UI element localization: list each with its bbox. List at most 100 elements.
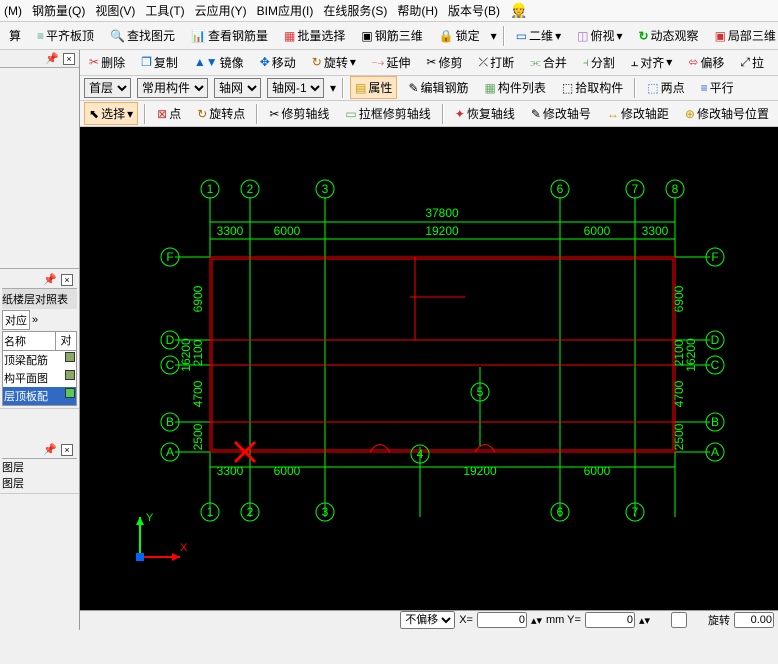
delete-button[interactable]: ✂删除 <box>84 51 130 74</box>
rotate-input[interactable] <box>734 612 774 628</box>
svg-text:B: B <box>711 415 719 429</box>
copy-button[interactable]: ❐复制 <box>136 51 183 74</box>
svg-text:2: 2 <box>247 182 254 196</box>
rotate-button[interactable]: ↻旋转▾ <box>307 51 361 74</box>
move-button[interactable]: ✥移动 <box>255 51 301 74</box>
svg-text:6000: 6000 <box>274 464 301 478</box>
layer-label: 图层 <box>2 475 77 491</box>
ortho-button[interactable]: ◫俯视▾ <box>572 24 627 47</box>
edit-rebar-button[interactable]: ✎编辑钢筋 <box>403 76 473 99</box>
pin-icon[interactable]: 📌 <box>43 443 57 456</box>
svg-text:2500: 2500 <box>672 423 686 450</box>
menu-bim[interactable]: BIM应用(I) <box>257 2 314 19</box>
join-button[interactable]: ⫘合并 <box>525 51 572 74</box>
svg-text:6: 6 <box>557 505 564 519</box>
rotate-checkbox[interactable] <box>654 612 704 628</box>
align-button[interactable]: ⫠对齐▾ <box>626 51 677 74</box>
offset-button[interactable]: ⬄偏移 <box>683 51 729 74</box>
chevron-down-icon[interactable]: ▾ <box>491 29 497 43</box>
menu-tools[interactable]: 工具(T) <box>145 2 184 19</box>
local-3d-button[interactable]: ▣局部三维 <box>710 24 778 47</box>
lock-button[interactable]: 🔒锁定 <box>434 24 485 47</box>
walls <box>210 257 675 452</box>
trim-button[interactable]: ✂修剪 <box>421 51 467 74</box>
svg-text:X: X <box>180 542 188 554</box>
x-input[interactable] <box>477 612 527 628</box>
pin-icon[interactable]: 📌 <box>43 273 57 286</box>
rotate-point-button[interactable]: ↻旋转点 <box>192 102 250 125</box>
svg-text:7: 7 <box>632 182 639 196</box>
point-button[interactable]: ⊠点 <box>152 102 186 125</box>
level-top-button[interactable]: ≡平齐板顶 <box>32 24 99 47</box>
select-button[interactable]: ⬉选择▾ <box>84 102 138 125</box>
extend-button[interactable]: ⤍延伸 <box>367 51 416 74</box>
spinner-icon[interactable]: ▴▾ <box>531 614 542 627</box>
pin-icon[interactable]: 📌 <box>45 52 59 65</box>
menu-online[interactable]: 在线服务(S) <box>323 2 387 19</box>
restore-axis-button[interactable]: ✦恢复轴线 <box>450 102 520 125</box>
menu-m[interactable]: (M) <box>4 4 22 18</box>
close-icon[interactable]: × <box>61 444 73 456</box>
component-list-button[interactable]: ▦构件列表 <box>480 76 551 99</box>
svg-text:F: F <box>711 250 718 264</box>
toolbar-view: 算 ≡平齐板顶 🔍查找图元 📊查看钢筋量 ▦批量选择 ▣钢筋三维 🔒锁定 ▾ ▭… <box>0 22 778 50</box>
list-item[interactable]: 层顶板配 <box>4 388 65 404</box>
svg-text:D: D <box>711 333 720 347</box>
svg-text:6000: 6000 <box>274 224 301 238</box>
y-input[interactable] <box>585 612 635 628</box>
spinner-icon[interactable]: ▴▾ <box>639 614 650 627</box>
modify-num-button[interactable]: ✎修改轴号 <box>526 102 596 125</box>
main-area: 📌 × 📌 × 纸楼层对照表 对应 » 名称 对 顶梁配筋 构平面图 层顶板配 <box>0 50 778 630</box>
dimensions-right: 16200 2500 4700 2100 6900 <box>672 285 698 450</box>
properties-button[interactable]: ▤属性 <box>350 76 397 99</box>
calc-button[interactable]: 算 <box>4 24 26 47</box>
floor-select[interactable]: 首层 <box>84 78 131 98</box>
modify-dist-button[interactable]: ↔修改轴距 <box>602 102 674 125</box>
canvas-wrap: ✂删除 ❐复制 ▲▼镜像 ✥移动 ↻旋转▾ ⤍延伸 ✂修剪 ⤫打断 ⫘合并 ⫞分… <box>80 50 778 630</box>
menu-rebar-qty[interactable]: 钢筋量(Q) <box>32 2 85 19</box>
drawing-canvas[interactable]: 1 2 3 6 7 8 1 2 3 4 5 6 7 <box>80 127 778 610</box>
svg-text:6000: 6000 <box>584 464 611 478</box>
ucs-icon: X Y <box>136 512 188 561</box>
close-icon[interactable]: × <box>61 274 73 286</box>
svg-text:5: 5 <box>477 385 484 399</box>
axis-bubbles-left: F D C B A <box>161 248 179 461</box>
split-button[interactable]: ⫞分割 <box>578 51 620 74</box>
frame-trim-button[interactable]: ▭拉框修剪轴线 <box>340 102 435 125</box>
stretch-button[interactable]: ⤢拉 <box>735 51 769 74</box>
find-element-button[interactable]: 🔍查找图元 <box>105 24 180 47</box>
axis-item-select[interactable]: 轴网-1 <box>267 78 324 98</box>
corresp-label[interactable]: 对应 <box>2 310 30 330</box>
color-header: 对 <box>56 332 76 350</box>
svg-text:8: 8 <box>672 182 679 196</box>
view-rebar-button[interactable]: 📊查看钢筋量 <box>186 24 273 47</box>
menu-version[interactable]: 版本号(B) <box>448 2 500 19</box>
break-button[interactable]: ⤫打断 <box>473 51 519 74</box>
axis-category-select[interactable]: 轴网 <box>214 78 261 98</box>
svg-text:2: 2 <box>247 505 254 519</box>
svg-text:B: B <box>166 415 174 429</box>
svg-text:F: F <box>166 250 173 264</box>
modify-pos-button[interactable]: ⊕修改轴号位置 <box>680 102 774 125</box>
menu-view[interactable]: 视图(V) <box>95 2 135 19</box>
axis-grid <box>175 197 710 517</box>
menu-cloud[interactable]: 云应用(Y) <box>195 2 247 19</box>
batch-select-button[interactable]: ▦批量选择 <box>279 24 350 47</box>
2d-button[interactable]: ▭二维▾ <box>511 24 566 47</box>
trim-axis-button[interactable]: ✂修剪轴线 <box>264 102 334 125</box>
close-icon[interactable]: × <box>63 53 75 65</box>
mirror-button[interactable]: ▲▼镜像 <box>189 51 249 74</box>
offset-mode-select[interactable]: 不偏移 <box>400 611 455 629</box>
expand-icon[interactable]: » <box>32 314 38 326</box>
menu-help[interactable]: 帮助(H) <box>397 2 438 19</box>
svg-text:6: 6 <box>557 182 564 196</box>
parallel-button[interactable]: ≡平行 <box>696 76 739 99</box>
rebar-3d-button[interactable]: ▣钢筋三维 <box>356 24 427 47</box>
pick-component-button[interactable]: ⬚拾取构件 <box>557 76 628 99</box>
dimensions-top: 37800 3300 6000 19200 6000 3300 <box>210 206 675 239</box>
list-item[interactable]: 顶梁配筋 <box>4 352 65 368</box>
dynamic-view-button[interactable]: ↻动态观察 <box>633 24 703 47</box>
list-item[interactable]: 构平面图 <box>4 370 65 386</box>
component-type-select[interactable]: 常用构件 <box>137 78 208 98</box>
two-points-button[interactable]: ⬚两点 <box>642 76 689 99</box>
